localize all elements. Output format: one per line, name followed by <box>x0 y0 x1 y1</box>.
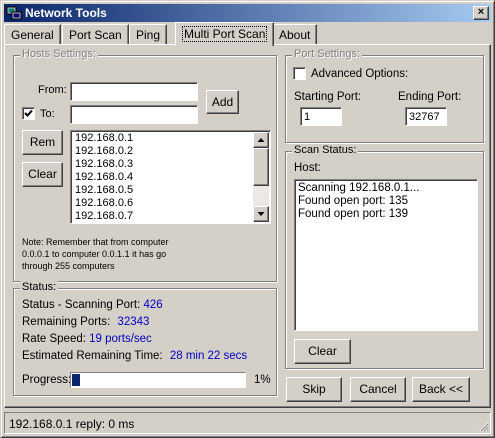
log-line: Found open port: 139 <box>298 208 408 220</box>
remaining-ports-row: Remaining Ports: 32343 <box>22 316 149 328</box>
scan-status-group: Scan Status: Host: Scanning 192.168.0.1.… <box>285 144 484 369</box>
host-label: Host: <box>294 162 321 174</box>
skip-button[interactable]: Skip <box>286 377 342 402</box>
to-checkbox[interactable] <box>22 107 35 120</box>
tab-label: About <box>279 28 311 42</box>
status-group: Status: Status - Scanning Port: 426 Rema… <box>13 281 277 396</box>
note-line: through 255 computers <box>22 261 115 271</box>
progress-fill <box>72 374 80 386</box>
main-window: Network Tools × General Port Scan Ping M… <box>0 0 495 438</box>
ending-port-label: Ending Port: <box>398 91 462 103</box>
cancel-button[interactable]: Cancel <box>350 377 406 402</box>
list-item[interactable]: 192.168.0.7 <box>72 210 133 223</box>
close-button[interactable]: × <box>473 6 489 20</box>
hosts-listbox[interactable]: 192.168.0.1 192.168.0.2 192.168.0.3 192.… <box>70 130 271 224</box>
status-bar: 192.168.0.1 reply: 0 ms <box>4 412 491 434</box>
to-ip-input[interactable] <box>70 105 198 124</box>
scanning-port-label: Status - Scanning Port: <box>22 299 141 311</box>
from-ip-input[interactable] <box>70 82 198 101</box>
resize-grip-icon[interactable] <box>477 420 489 432</box>
list-item[interactable]: 192.168.0.4 <box>72 171 133 184</box>
remaining-ports-value: 32343 <box>117 316 150 328</box>
port-settings-title: Port Settings: <box>292 48 363 60</box>
tab-panel: Hosts Settings: From: To: Add Rem Clear … <box>4 44 491 408</box>
starting-port-label: Starting Port: <box>294 91 362 103</box>
advanced-options-checkbox[interactable] <box>293 67 306 80</box>
rate-speed-row: Rate Speed: 19 ports/sec <box>22 333 152 345</box>
status-title: Status: <box>20 281 59 293</box>
to-label: To: <box>40 108 55 120</box>
port-settings-group: Port Settings: Advanced Options: Startin… <box>285 48 484 143</box>
list-item[interactable]: 192.168.0.1 <box>72 132 133 145</box>
scanning-port-value: 426 <box>143 299 163 311</box>
from-label: From: <box>38 84 67 96</box>
tab-label: Multi Port Scan <box>182 26 268 42</box>
network-computer-icon <box>6 6 22 20</box>
rate-speed-value: 19 ports/sec <box>89 333 152 345</box>
hosts-settings-title: Hosts Settings: <box>20 48 98 60</box>
remaining-ports-label: Remaining Ports: <box>22 316 111 328</box>
list-item[interactable]: 192.168.0.5 <box>72 184 133 197</box>
close-icon: × <box>477 6 485 18</box>
clear-log-button[interactable]: Clear <box>294 339 351 364</box>
checkmark-icon <box>24 109 33 117</box>
tab-port-scan[interactable]: Port Scan <box>62 24 129 44</box>
scroll-down-button[interactable] <box>253 206 269 222</box>
log-line: Scanning 192.168.0.1... <box>298 182 420 194</box>
tab-ping[interactable]: Ping <box>129 24 168 44</box>
title-bar[interactable]: Network Tools × <box>4 4 491 22</box>
scan-status-title: Scan Status: <box>292 144 359 156</box>
window-title: Network Tools <box>25 6 107 20</box>
scroll-thumb[interactable] <box>253 148 269 186</box>
scan-progress-bar <box>70 372 246 388</box>
remove-host-button[interactable]: Rem <box>22 130 63 155</box>
remaining-time-label: Estimated Remaining Time: <box>22 350 163 362</box>
back-button[interactable]: Back << <box>412 377 470 402</box>
arrow-up-icon <box>257 138 265 142</box>
list-item[interactable]: 192.168.0.6 <box>72 197 133 210</box>
status-bar-text: 192.168.0.1 reply: 0 ms <box>9 417 135 431</box>
tab-general[interactable]: General <box>4 24 61 44</box>
progress-label: Progress: <box>22 374 72 386</box>
scanning-port-row: Status - Scanning Port: 426 <box>22 299 163 311</box>
scan-log-textarea[interactable]: Scanning 192.168.0.1... Found open port:… <box>294 179 478 331</box>
rate-speed-label: Rate Speed: <box>22 333 86 345</box>
add-host-button[interactable]: Add <box>206 90 239 114</box>
clear-hosts-button[interactable]: Clear <box>22 162 63 187</box>
remaining-time-row: Estimated Remaining Time: 28 min 22 secs <box>22 350 247 362</box>
list-item[interactable]: 192.168.0.2 <box>72 145 133 158</box>
remaining-time-value: 28 min 22 secs <box>169 350 248 362</box>
advanced-options-label: Advanced Options: <box>311 68 409 80</box>
progress-percent: 1% <box>254 374 271 386</box>
tab-label: General <box>11 28 54 42</box>
list-item[interactable]: 192.168.0.3 <box>72 158 133 171</box>
tab-multi-port-scan[interactable]: Multi Port Scan <box>175 22 275 46</box>
log-line: Found open port: 135 <box>298 195 408 207</box>
tab-label: Port Scan <box>69 28 122 42</box>
note-line: Note: Remember that from computer <box>22 237 169 247</box>
tab-label: Ping <box>136 28 161 42</box>
starting-port-input[interactable] <box>300 107 342 126</box>
scroll-up-button[interactable] <box>253 132 269 148</box>
hosts-note: Note: Remember that from computer 0.0.0.… <box>22 236 169 272</box>
note-line: 0.0.0.1 to computer 0.0.1.1 it has go <box>22 249 167 259</box>
hosts-scrollbar[interactable] <box>253 132 269 222</box>
arrow-down-icon <box>257 212 265 216</box>
ending-port-input[interactable] <box>405 107 447 126</box>
hosts-settings-group: Hosts Settings: From: To: Add Rem Clear … <box>13 48 277 282</box>
tab-about[interactable]: About <box>272 24 318 44</box>
